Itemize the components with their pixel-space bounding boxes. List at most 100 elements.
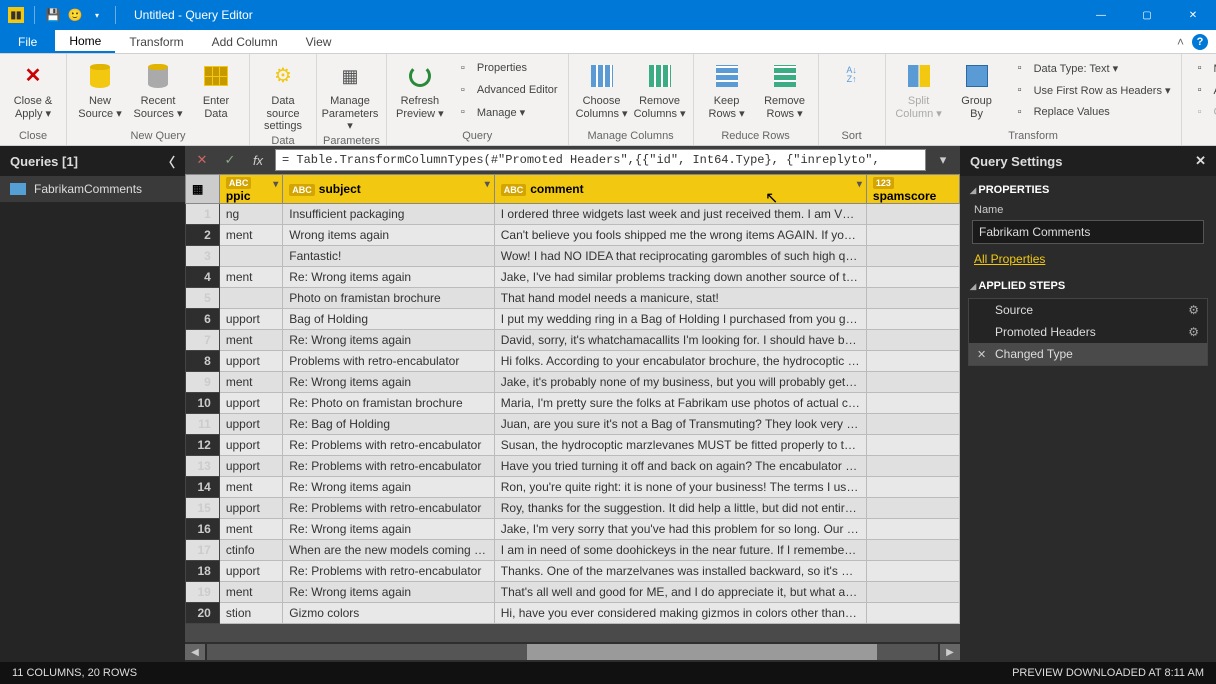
query-name-input[interactable] (972, 220, 1204, 244)
cell-spamscore[interactable] (866, 477, 959, 498)
table-row[interactable]: 9mentRe: Wrong items againJake, it's pro… (186, 372, 960, 393)
tab-add-column[interactable]: Add Column (198, 30, 292, 53)
cell-topic[interactable]: upport (219, 393, 282, 414)
table-row[interactable]: 2mentWrong items againCan't believe you … (186, 225, 960, 246)
recent-sources-button[interactable]: RecentSources ▾ (131, 56, 185, 120)
cell-spamscore[interactable] (866, 246, 959, 267)
cell-subject[interactable]: Re: Wrong items again (283, 477, 494, 498)
cell-topic[interactable]: ment (219, 372, 282, 393)
cell-comment[interactable]: I am in need of some doohickeys in the n… (494, 540, 866, 561)
qat-dropdown-icon[interactable]: ▾ (89, 7, 105, 23)
cell-subject[interactable]: Problems with retro-encabulator (283, 351, 494, 372)
cell-subject[interactable]: Bag of Holding (283, 309, 494, 330)
maximize-button[interactable]: ▢ (1124, 0, 1170, 30)
cell-spamscore[interactable] (866, 372, 959, 393)
cell-spamscore[interactable] (866, 225, 959, 246)
save-icon[interactable]: 💾 (45, 7, 61, 23)
cell-topic[interactable] (219, 246, 282, 267)
commit-formula-icon[interactable]: ✓ (219, 149, 241, 171)
group-by-button[interactable]: GroupBy (950, 56, 1004, 120)
choose-columns-button[interactable]: ChooseColumns ▾ (575, 56, 629, 120)
minimize-button[interactable]: — (1078, 0, 1124, 30)
cell-topic[interactable]: upport (219, 309, 282, 330)
advanced-editor-button[interactable]: ▫Advanced Editor (451, 80, 562, 100)
scroll-right-icon[interactable]: ▶ (940, 644, 960, 660)
cell-spamscore[interactable] (866, 456, 959, 477)
cell-topic[interactable]: ment (219, 519, 282, 540)
first-row-headers-button[interactable]: ▫Use First Row as Headers ▾ (1008, 80, 1175, 100)
gear-icon[interactable]: ⚙ (1188, 325, 1199, 339)
cell-topic[interactable]: stion (219, 603, 282, 624)
table-row[interactable]: 15upportRe: Problems with retro-encabula… (186, 498, 960, 519)
table-row[interactable]: 11upportRe: Bag of HoldingJuan, are you … (186, 414, 960, 435)
cell-comment[interactable]: Juan, are you sure it's not a Bag of Tra… (494, 414, 866, 435)
cell-topic[interactable]: upport (219, 456, 282, 477)
query-item[interactable]: FabrikamComments (0, 176, 185, 202)
cell-subject[interactable]: Gizmo colors (283, 603, 494, 624)
cell-comment[interactable]: Have you tried turning it off and back o… (494, 456, 866, 477)
table-row[interactable]: 14mentRe: Wrong items againRon, you're q… (186, 477, 960, 498)
cell-subject[interactable]: Re: Bag of Holding (283, 414, 494, 435)
cell-comment[interactable]: That's all well and good for ME, and I d… (494, 582, 866, 603)
cell-spamscore[interactable] (866, 540, 959, 561)
cell-spamscore[interactable] (866, 330, 959, 351)
cell-spamscore[interactable] (866, 309, 959, 330)
cell-topic[interactable]: ment (219, 267, 282, 288)
table-row[interactable]: 18upportRe: Problems with retro-encabula… (186, 561, 960, 582)
tab-transform[interactable]: Transform (115, 30, 197, 53)
applied-step[interactable]: Promoted Headers⚙ (969, 321, 1207, 343)
tab-file[interactable]: File (0, 30, 55, 53)
cell-subject[interactable]: Fantastic! (283, 246, 494, 267)
cell-subject[interactable]: Re: Problems with retro-encabulator (283, 456, 494, 477)
cell-topic[interactable]: upport (219, 414, 282, 435)
formula-dropdown-icon[interactable]: ▾ (932, 149, 954, 171)
cell-comment[interactable]: Ron, you're quite right: it is none of y… (494, 477, 866, 498)
cell-comment[interactable]: I put my wedding ring in a Bag of Holdin… (494, 309, 866, 330)
cell-comment[interactable]: That hand model needs a manicure, stat! (494, 288, 866, 309)
append-queries-button[interactable]: ▫Append Queries ▾ (1188, 80, 1216, 100)
cell-topic[interactable]: ment (219, 582, 282, 603)
delete-step-icon[interactable]: ✕ (977, 348, 989, 361)
table-row[interactable]: 12upportRe: Problems with retro-encabula… (186, 435, 960, 456)
cell-spamscore[interactable] (866, 435, 959, 456)
cell-comment[interactable]: David, sorry, it's whatchamacallits I'm … (494, 330, 866, 351)
table-row[interactable]: 16mentRe: Wrong items againJake, I'm ver… (186, 519, 960, 540)
table-row[interactable]: 17ctinfoWhen are the new models coming o… (186, 540, 960, 561)
enter-data-button[interactable]: EnterData (189, 56, 243, 120)
cell-spamscore[interactable] (866, 393, 959, 414)
cell-comment[interactable]: Can't believe you fools shipped me the w… (494, 225, 866, 246)
cell-comment[interactable]: Jake, I'm very sorry that you've had thi… (494, 519, 866, 540)
cell-comment[interactable]: Susan, the hydrocoptic marzlevanes MUST … (494, 435, 866, 456)
cell-topic[interactable]: ctinfo (219, 540, 282, 561)
applied-step[interactable]: Source⚙ (969, 299, 1207, 321)
smiley-icon[interactable]: 🙂 (67, 7, 83, 23)
formula-input[interactable] (275, 149, 926, 171)
keep-rows-button[interactable]: KeepRows ▾ (700, 56, 754, 120)
help-icon[interactable]: ? (1192, 34, 1208, 50)
split-column-button[interactable]: SplitColumn ▾ (892, 56, 946, 120)
cell-spamscore[interactable] (866, 351, 959, 372)
column-header-spamscore[interactable]: 123spamscore (866, 175, 959, 204)
cell-topic[interactable]: upport (219, 435, 282, 456)
cell-topic[interactable]: ment (219, 477, 282, 498)
data-type-button[interactable]: ▫Data Type: Text ▾ (1008, 58, 1175, 78)
new-source-button[interactable]: NewSource ▾ (73, 56, 127, 120)
remove-columns-button[interactable]: RemoveColumns ▾ (633, 56, 687, 120)
cell-comment[interactable]: Jake, it's probably none of my business,… (494, 372, 866, 393)
properties-button[interactable]: ▫Properties (451, 58, 562, 78)
table-row[interactable]: 8upportProblems with retro-encabulatorHi… (186, 351, 960, 372)
cell-topic[interactable]: ment (219, 330, 282, 351)
horizontal-scrollbar[interactable]: ◀ ▶ (185, 642, 960, 662)
cell-comment[interactable]: Hi folks. According to your encabulator … (494, 351, 866, 372)
cell-spamscore[interactable] (866, 498, 959, 519)
cell-topic[interactable]: upport (219, 351, 282, 372)
combine-files-button[interactable]: ▫Combine Files (1188, 102, 1216, 122)
cell-spamscore[interactable] (866, 561, 959, 582)
merge-queries-button[interactable]: ▫Merge Queries ▾ (1188, 58, 1216, 78)
scroll-left-icon[interactable]: ◀ (185, 644, 205, 660)
cell-subject[interactable]: Re: Wrong items again (283, 267, 494, 288)
column-header-topic[interactable]: ABCppic▾ (219, 175, 282, 204)
table-row[interactable]: 10upportRe: Photo on framistan brochureM… (186, 393, 960, 414)
cell-subject[interactable]: Wrong items again (283, 225, 494, 246)
cell-topic[interactable]: upport (219, 561, 282, 582)
